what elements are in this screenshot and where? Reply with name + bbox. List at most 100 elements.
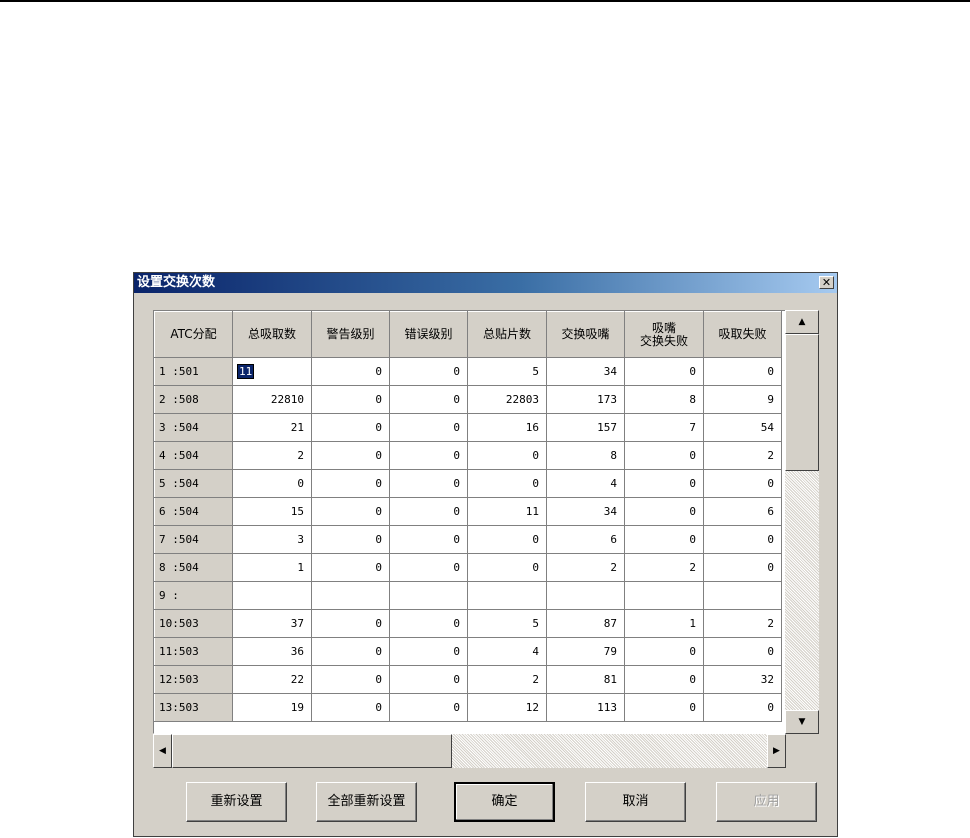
grid-cell[interactable]: 4 bbox=[546, 469, 625, 498]
grid-cell[interactable]: 0 bbox=[389, 665, 468, 694]
grid-cell[interactable]: 12 bbox=[467, 693, 547, 722]
grid-cell[interactable]: 0 bbox=[703, 357, 782, 386]
grid-cell[interactable]: 2 bbox=[703, 441, 782, 470]
column-header-nozzle-exchange-failures[interactable]: 吸嘴 交换失败 bbox=[624, 311, 704, 358]
grid-cell[interactable]: 0 bbox=[389, 637, 468, 666]
grid-cell[interactable]: 0 bbox=[624, 525, 704, 554]
cell-edit-value[interactable]: 11 bbox=[237, 364, 255, 379]
ok-button[interactable]: 确定 bbox=[454, 782, 555, 822]
grid-cell[interactable]: 0 bbox=[311, 357, 390, 386]
grid-cell[interactable] bbox=[624, 581, 704, 610]
column-header-nozzle-exchange[interactable]: 交换吸嘴 bbox=[546, 311, 625, 358]
apply-button[interactable]: 应用 bbox=[716, 782, 817, 822]
grid-cell[interactable]: 0 bbox=[703, 553, 782, 582]
grid-cell[interactable]: 0 bbox=[703, 637, 782, 666]
grid-cell[interactable]: 21 bbox=[232, 413, 312, 442]
grid-cell[interactable]: 16 bbox=[467, 413, 547, 442]
grid-cell[interactable]: 32 bbox=[703, 665, 782, 694]
grid-cell[interactable]: 1 bbox=[624, 609, 704, 638]
column-header-error-level[interactable]: 错误级别 bbox=[389, 311, 468, 358]
grid-cell[interactable] bbox=[703, 581, 782, 610]
grid-cell[interactable]: 87 bbox=[546, 609, 625, 638]
title-bar[interactable]: 设置交换次数 ✕ bbox=[134, 273, 837, 293]
grid-cell[interactable]: 0 bbox=[311, 413, 390, 442]
grid-cell[interactable]: 0 bbox=[467, 525, 547, 554]
grid-cell[interactable]: 0 bbox=[389, 469, 468, 498]
grid-cell[interactable]: 8 bbox=[546, 441, 625, 470]
grid-cell[interactable]: 6 bbox=[703, 497, 782, 526]
column-header-warning-level[interactable]: 警告级别 bbox=[311, 311, 390, 358]
horizontal-scrollbar[interactable]: ◀ ▶ bbox=[153, 734, 786, 768]
grid-cell[interactable]: 2 bbox=[703, 609, 782, 638]
grid-cell[interactable]: 0 bbox=[389, 609, 468, 638]
grid-cell[interactable]: 113 bbox=[546, 693, 625, 722]
vertical-scroll-thumb[interactable] bbox=[785, 334, 819, 471]
grid-cell[interactable]: 22803 bbox=[467, 385, 547, 414]
grid-cell[interactable]: 0 bbox=[311, 609, 390, 638]
cancel-button[interactable]: 取消 bbox=[585, 782, 686, 822]
grid-cell[interactable]: 0 bbox=[624, 665, 704, 694]
grid-cell[interactable]: 0 bbox=[389, 693, 468, 722]
grid-cell[interactable]: 0 bbox=[311, 693, 390, 722]
grid-cell[interactable]: 0 bbox=[389, 357, 468, 386]
grid-cell[interactable]: 22810 bbox=[232, 385, 312, 414]
column-header-total-placements[interactable]: 总贴片数 bbox=[467, 311, 547, 358]
grid-cell[interactable]: 0 bbox=[389, 385, 468, 414]
grid-cell[interactable]: 0 bbox=[311, 469, 390, 498]
grid-cell[interactable]: 15 bbox=[232, 497, 312, 526]
grid-cell[interactable]: 54 bbox=[703, 413, 782, 442]
grid-cell[interactable]: 0 bbox=[467, 441, 547, 470]
grid-cell[interactable]: 11 bbox=[467, 497, 547, 526]
grid-cell[interactable]: 0 bbox=[389, 441, 468, 470]
grid-cell[interactable]: 19 bbox=[232, 693, 312, 722]
grid-cell[interactable]: 0 bbox=[703, 525, 782, 554]
grid-cell[interactable] bbox=[311, 581, 390, 610]
column-header-pickup-failures[interactable]: 吸取失败 bbox=[703, 311, 782, 358]
grid-cell[interactable]: 0 bbox=[624, 441, 704, 470]
grid-cell[interactable]: 22 bbox=[232, 665, 312, 694]
grid-cell[interactable]: 173 bbox=[546, 385, 625, 414]
grid-cell[interactable]: 5 bbox=[467, 609, 547, 638]
grid-cell[interactable]: 0 bbox=[467, 469, 547, 498]
grid-cell[interactable]: 6 bbox=[546, 525, 625, 554]
grid-cell[interactable]: 4 bbox=[467, 637, 547, 666]
grid-cell[interactable]: 37 bbox=[232, 609, 312, 638]
grid-cell[interactable]: 157 bbox=[546, 413, 625, 442]
grid-cell[interactable]: 0 bbox=[389, 413, 468, 442]
vertical-scrollbar[interactable]: ▲ ▼ bbox=[785, 310, 819, 734]
scroll-up-button[interactable]: ▲ bbox=[785, 310, 819, 334]
grid-cell[interactable]: 0 bbox=[311, 525, 390, 554]
grid-cell[interactable]: 1 bbox=[232, 553, 312, 582]
grid-cell[interactable]: 0 bbox=[703, 469, 782, 498]
grid-cell[interactable]: 0 bbox=[232, 469, 312, 498]
grid-cell[interactable]: 0 bbox=[624, 469, 704, 498]
grid-cell[interactable]: 7 bbox=[624, 413, 704, 442]
grid-cell[interactable]: 0 bbox=[311, 441, 390, 470]
scroll-right-button[interactable]: ▶ bbox=[767, 734, 786, 768]
grid-cell[interactable]: 79 bbox=[546, 637, 625, 666]
column-header-total-pickups[interactable]: 总吸取数 bbox=[232, 311, 312, 358]
grid-cell[interactable]: 5 bbox=[467, 357, 547, 386]
grid-cell[interactable]: 2 bbox=[467, 665, 547, 694]
grid-cell[interactable]: 0 bbox=[311, 665, 390, 694]
grid-cell[interactable]: 0 bbox=[624, 637, 704, 666]
column-header-atc-assignment[interactable]: ATC分配 bbox=[154, 311, 233, 358]
grid-cell[interactable]: 0 bbox=[703, 693, 782, 722]
scroll-left-button[interactable]: ◀ bbox=[153, 734, 172, 768]
grid-cell[interactable]: 0 bbox=[389, 497, 468, 526]
grid-cell[interactable] bbox=[546, 581, 625, 610]
grid-cell[interactable]: 8 bbox=[624, 385, 704, 414]
grid-cell[interactable]: 0 bbox=[389, 553, 468, 582]
grid-cell-editing[interactable]: 11 bbox=[232, 357, 312, 386]
grid-cell[interactable]: 0 bbox=[624, 357, 704, 386]
grid-cell[interactable]: 0 bbox=[389, 525, 468, 554]
grid-cell[interactable]: 0 bbox=[624, 497, 704, 526]
grid-cell[interactable]: 0 bbox=[311, 385, 390, 414]
grid-cell[interactable]: 81 bbox=[546, 665, 625, 694]
grid-cell[interactable]: 34 bbox=[546, 497, 625, 526]
grid-cell[interactable]: 2 bbox=[546, 553, 625, 582]
grid-cell[interactable]: 0 bbox=[311, 553, 390, 582]
grid-cell[interactable] bbox=[389, 581, 468, 610]
grid-cell[interactable]: 36 bbox=[232, 637, 312, 666]
grid-cell[interactable]: 9 bbox=[703, 385, 782, 414]
